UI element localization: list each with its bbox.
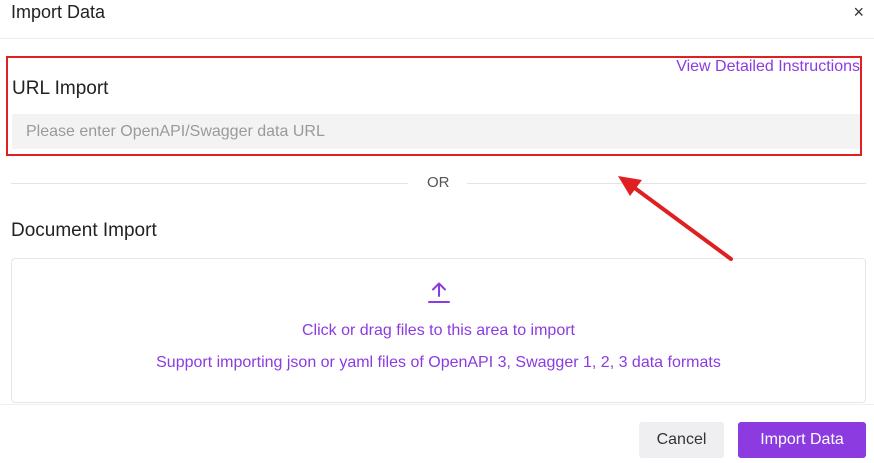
divider-left: [11, 183, 408, 184]
dialog-header: Import Data ×: [0, 0, 874, 39]
document-import-title: Document Import: [11, 220, 157, 241]
upload-icon: [428, 282, 450, 303]
url-input[interactable]: [12, 114, 860, 149]
import-data-button[interactable]: Import Data: [738, 422, 866, 458]
close-icon[interactable]: ×: [853, 2, 864, 23]
footer-divider: [0, 404, 874, 405]
dropzone-sub-text: Support importing json or yaml files of …: [156, 354, 721, 371]
dropzone-main-text: Click or drag files to this area to impo…: [302, 322, 575, 339]
url-import-title: URL Import: [12, 78, 109, 99]
file-dropzone[interactable]: Click or drag files to this area to impo…: [11, 258, 866, 403]
divider-right: [467, 183, 866, 184]
cancel-button[interactable]: Cancel: [639, 422, 724, 458]
or-divider-text: OR: [427, 174, 450, 191]
dialog-title: Import Data: [11, 2, 106, 22]
url-import-section: URL Import View Detailed Instructions: [6, 56, 862, 156]
view-instructions-link[interactable]: View Detailed Instructions: [676, 58, 860, 76]
